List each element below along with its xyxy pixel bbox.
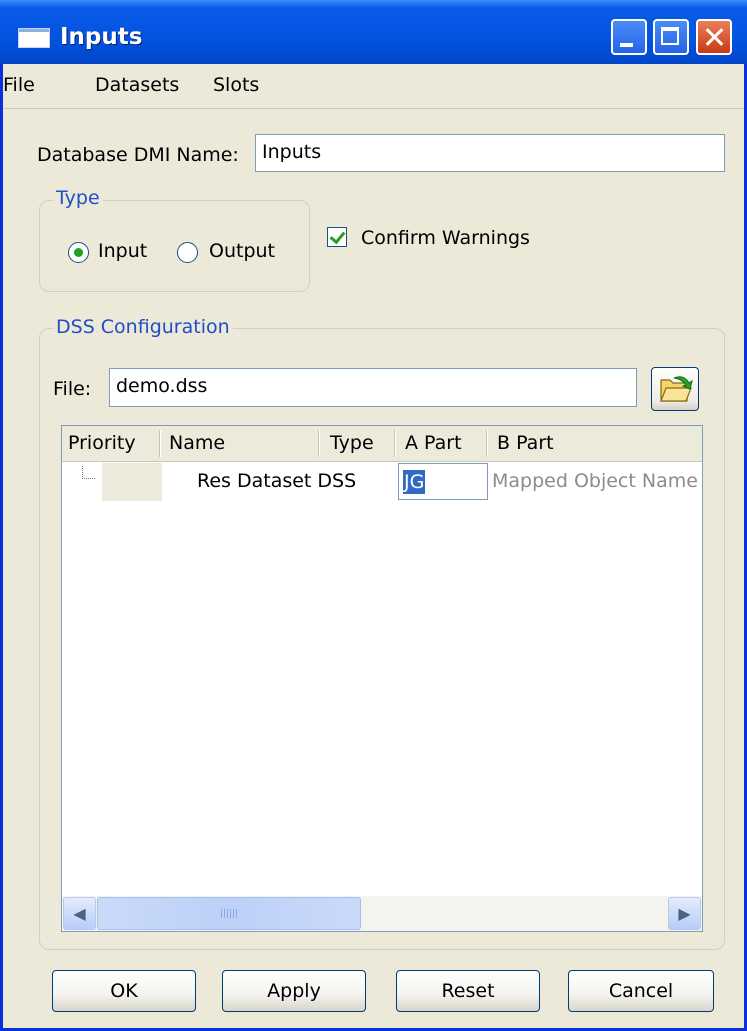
reset-button[interactable]: Reset: [396, 970, 540, 1012]
dmi-name-label: Database DMI Name:: [37, 144, 239, 166]
open-folder-icon: [660, 376, 693, 402]
input-radio[interactable]: [68, 242, 89, 263]
a-part-selected-text[interactable]: JG: [403, 470, 426, 494]
column-header-b-part[interactable]: B Part: [497, 432, 554, 454]
ok-button[interactable]: OK: [52, 970, 196, 1012]
column-header-name[interactable]: Name: [169, 432, 225, 454]
b-part-cell[interactable]: Mapped Object Name: [492, 470, 698, 492]
menu-datasets[interactable]: Datasets: [95, 74, 179, 96]
column-header-priority[interactable]: Priority: [68, 432, 136, 454]
column-header-type[interactable]: Type: [330, 432, 374, 454]
menu-slots[interactable]: Slots: [213, 74, 259, 96]
output-radio[interactable]: [177, 242, 198, 263]
title-bar[interactable]: Inputs: [0, 0, 747, 64]
horizontal-scrollbar[interactable]: ◀ ▶: [62, 896, 702, 931]
dmi-name-input[interactable]: Inputs: [255, 134, 725, 172]
menu-file[interactable]: File: [3, 74, 35, 96]
name-cell[interactable]: Res Dataset DSS: [197, 470, 356, 492]
file-path-input[interactable]: demo.dss: [109, 368, 637, 407]
input-radio-label[interactable]: Input: [98, 240, 147, 262]
dialog-body: File Datasets Slots Database DMI Name: I…: [3, 64, 744, 1028]
column-divider[interactable]: [159, 430, 160, 457]
confirm-warnings-checkbox[interactable]: [327, 227, 347, 247]
minimize-button[interactable]: [611, 19, 647, 55]
a-part-cell-editor[interactable]: JG: [398, 463, 488, 500]
slot-table[interactable]: Priority Name Type A Part B Part Res Dat…: [61, 425, 703, 932]
confirm-warnings-label[interactable]: Confirm Warnings: [361, 227, 530, 249]
priority-cell[interactable]: [102, 463, 162, 501]
file-label: File:: [53, 378, 92, 400]
dss-group-title: DSS Configuration: [53, 316, 233, 338]
scrollbar-thumb[interactable]: [97, 897, 361, 930]
scroll-right-button[interactable]: ▶: [668, 897, 701, 930]
close-button[interactable]: [696, 19, 732, 55]
dialog-window: Inputs File Datasets Slots Database DMI …: [0, 0, 747, 1031]
thumb-grip-icon: [221, 909, 238, 918]
menu-bar: File Datasets Slots: [3, 64, 744, 109]
scroll-left-button[interactable]: ◀: [63, 897, 96, 930]
column-divider[interactable]: [486, 430, 487, 457]
column-divider[interactable]: [394, 430, 395, 457]
window-icon: [18, 28, 50, 48]
column-header-a-part[interactable]: A Part: [405, 432, 462, 454]
table-header: Priority Name Type A Part B Part: [62, 426, 702, 462]
output-radio-label[interactable]: Output: [209, 240, 275, 262]
apply-button[interactable]: Apply: [222, 970, 366, 1012]
type-group-title: Type: [53, 187, 103, 209]
browse-file-button[interactable]: [651, 367, 699, 411]
cancel-button[interactable]: Cancel: [568, 970, 714, 1012]
window-title: Inputs: [60, 24, 143, 50]
column-divider[interactable]: [318, 430, 319, 457]
maximize-button[interactable]: [653, 19, 689, 55]
